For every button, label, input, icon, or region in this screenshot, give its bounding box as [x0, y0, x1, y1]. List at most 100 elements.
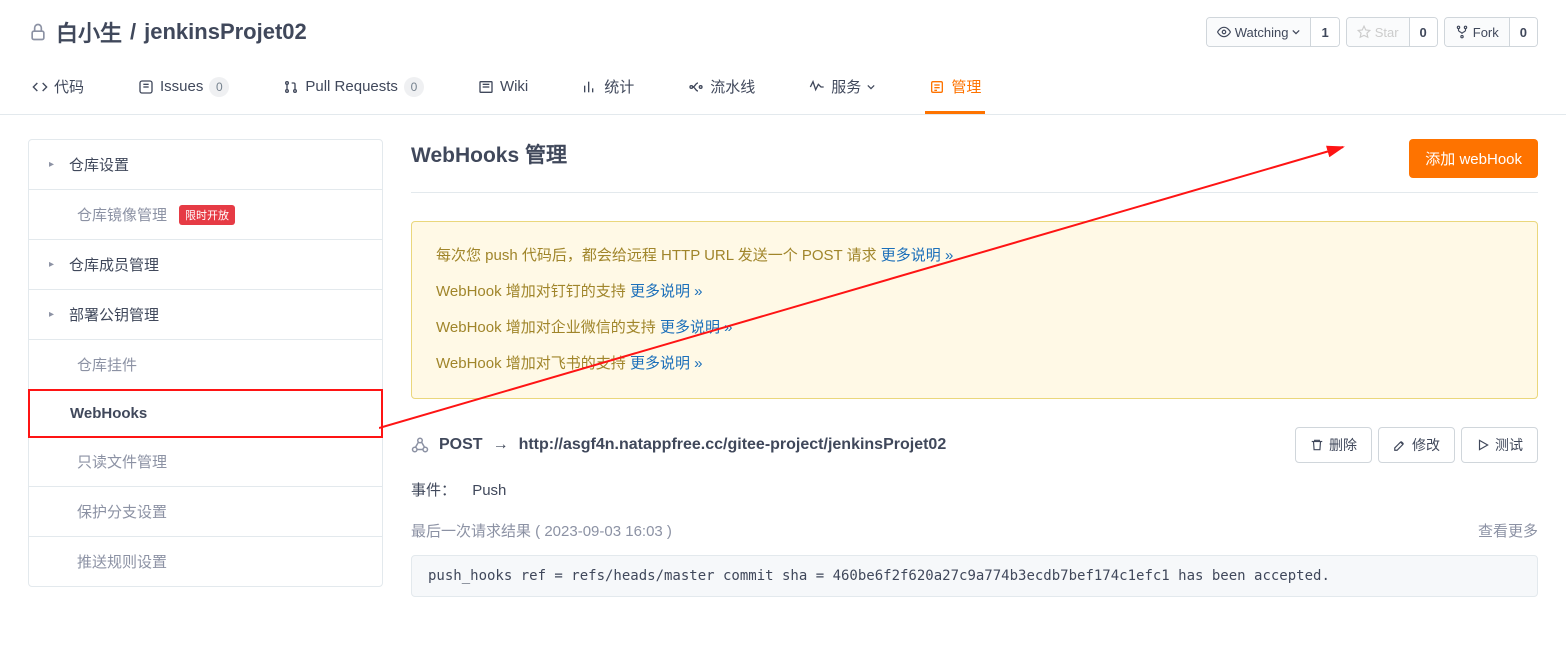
star-icon: [1357, 25, 1371, 39]
notice-line-4: WebHook 增加对飞书的支持 更多说明 »: [436, 346, 1513, 382]
edit-label: 修改: [1412, 435, 1440, 455]
tab-wiki-label: Wiki: [500, 78, 528, 95]
notice-line-3: WebHook 增加对企业微信的支持 更多说明 »: [436, 310, 1513, 346]
delete-button[interactable]: 删除: [1295, 427, 1372, 463]
tab-services-label: 服务: [831, 76, 861, 97]
notice-link[interactable]: 更多说明 »: [881, 247, 954, 264]
watch-button[interactable]: Watching: [1207, 18, 1312, 46]
webhook-info: POST → http://asgf4n.natappfree.cc/gitee…: [411, 436, 946, 454]
trash-icon: [1310, 438, 1324, 452]
test-label: 测试: [1495, 435, 1523, 455]
lock-icon: [28, 22, 48, 42]
webhook-url: http://asgf4n.natappfree.cc/gitee-projec…: [519, 436, 947, 454]
webhook-method: POST: [439, 436, 483, 454]
repo-separator: /: [130, 19, 136, 45]
tab-pipeline-label: 流水线: [710, 76, 755, 97]
sidebar-label: WebHooks: [70, 405, 147, 422]
sidebar-item-push-rules[interactable]: 推送规则设置: [29, 537, 382, 586]
repo-title-row: 白小生 / jenkinsProjet02 Watching 1 Star 0: [28, 16, 1538, 48]
chevron-down-icon: [1292, 28, 1300, 36]
watch-group: Watching 1: [1206, 17, 1340, 47]
event-row: 事件： Push: [411, 479, 1538, 500]
sidebar-item-addons[interactable]: 仓库挂件: [29, 340, 382, 390]
repo-tabs: 代码 Issues 0 Pull Requests 0 Wiki 统计 流水线 …: [28, 66, 1538, 114]
tab-prs[interactable]: Pull Requests 0: [279, 66, 428, 114]
test-button[interactable]: 测试: [1461, 427, 1538, 463]
edit-button[interactable]: 修改: [1378, 427, 1455, 463]
result-label: 最后一次请求结果 ( 2023-09-03 16:03 ): [411, 520, 672, 541]
sidebar-item-deploy-keys[interactable]: 部署公钥管理: [29, 290, 382, 340]
prs-count: 0: [404, 77, 424, 97]
fork-label: Fork: [1473, 25, 1499, 40]
pr-icon: [283, 79, 299, 95]
sidebar-item-protect[interactable]: 保护分支设置: [29, 487, 382, 537]
fork-button[interactable]: Fork: [1445, 18, 1510, 46]
sidebar-label: 部署公钥管理: [69, 304, 159, 325]
notice-link[interactable]: 更多说明 »: [630, 355, 703, 372]
code-icon: [32, 79, 48, 95]
notice-line-1: 每次您 push 代码后，都会给远程 HTTP URL 发送一个 POST 请求…: [436, 238, 1513, 274]
repo-owner-link[interactable]: 白小生: [56, 16, 122, 48]
star-button[interactable]: Star: [1347, 18, 1410, 46]
eye-icon: [1217, 25, 1231, 39]
notice-link[interactable]: 更多说明 »: [660, 319, 733, 336]
wiki-icon: [478, 79, 494, 95]
webhook-row: POST → http://asgf4n.natappfree.cc/gitee…: [411, 427, 1538, 463]
tab-stats[interactable]: 统计: [578, 66, 638, 114]
issue-icon: [138, 79, 154, 95]
fork-count[interactable]: 0: [1510, 18, 1537, 46]
stats-icon: [582, 79, 598, 95]
sidebar-item-repo-settings[interactable]: 仓库设置: [29, 140, 382, 190]
notice-link[interactable]: 更多说明 »: [630, 283, 703, 300]
delete-label: 删除: [1329, 435, 1357, 455]
tab-manage-label: 管理: [951, 76, 981, 97]
sidebar-label: 仓库镜像管理: [77, 204, 167, 225]
tab-wiki[interactable]: Wiki: [474, 66, 532, 114]
event-label: 事件：: [411, 482, 456, 499]
sidebar-item-webhooks[interactable]: WebHooks: [28, 389, 383, 438]
content-title-row: WebHooks 管理 添加 webHook: [411, 139, 1538, 193]
tab-issues[interactable]: Issues 0: [134, 66, 233, 114]
add-webhook-button[interactable]: 添加 webHook: [1409, 139, 1538, 178]
result-code: push_hooks ref = refs/heads/master commi…: [411, 555, 1538, 597]
sidebar-item-members[interactable]: 仓库成员管理: [29, 240, 382, 290]
event-value: Push: [472, 482, 506, 499]
star-group: Star 0: [1346, 17, 1438, 47]
watch-count[interactable]: 1: [1311, 18, 1338, 46]
page-title: WebHooks 管理: [411, 139, 567, 169]
limited-badge: 限时开放: [179, 205, 235, 225]
play-icon: [1476, 438, 1490, 452]
tab-stats-label: 统计: [604, 76, 634, 97]
notice-box: 每次您 push 代码后，都会给远程 HTTP URL 发送一个 POST 请求…: [411, 221, 1538, 399]
watch-label: Watching: [1235, 25, 1289, 40]
content-area: WebHooks 管理 添加 webHook 每次您 push 代码后，都会给远…: [411, 139, 1538, 597]
fork-icon: [1455, 25, 1469, 39]
sidebar-label: 只读文件管理: [77, 451, 167, 472]
tab-manage[interactable]: 管理: [925, 66, 985, 114]
tab-code[interactable]: 代码: [28, 66, 88, 114]
star-label: Star: [1375, 25, 1399, 40]
sidebar-label: 推送规则设置: [77, 551, 167, 572]
sidebar-item-mirror[interactable]: 仓库镜像管理 限时开放: [29, 190, 382, 240]
chevron-down-icon: [867, 83, 875, 91]
tab-services[interactable]: 服务: [805, 66, 879, 114]
sidebar-label: 保护分支设置: [77, 501, 167, 522]
star-count[interactable]: 0: [1410, 18, 1437, 46]
settings-sidebar: 仓库设置 仓库镜像管理 限时开放 仓库成员管理 部署公钥管理 仓库挂件 WebH…: [28, 139, 383, 587]
manage-icon: [929, 79, 945, 95]
result-row: 最后一次请求结果 ( 2023-09-03 16:03 ) 查看更多: [411, 520, 1538, 541]
tab-pipeline[interactable]: 流水线: [684, 66, 759, 114]
view-more-link[interactable]: 查看更多: [1478, 520, 1538, 541]
tab-prs-label: Pull Requests: [305, 78, 398, 95]
sidebar-label: 仓库设置: [69, 154, 129, 175]
webhook-actions: 删除 修改 测试: [1295, 427, 1538, 463]
sidebar-label: 仓库成员管理: [69, 254, 159, 275]
repo-actions: Watching 1 Star 0 Fork 0: [1206, 17, 1538, 47]
sidebar-label: 仓库挂件: [77, 354, 137, 375]
notice-text: WebHook 增加对企业微信的支持: [436, 319, 660, 336]
repo-title: 白小生 / jenkinsProjet02: [28, 16, 307, 48]
main-area: 仓库设置 仓库镜像管理 限时开放 仓库成员管理 部署公钥管理 仓库挂件 WebH…: [0, 115, 1566, 621]
sidebar-item-readonly[interactable]: 只读文件管理: [29, 437, 382, 487]
tab-issues-label: Issues: [160, 78, 203, 95]
repo-name-link[interactable]: jenkinsProjet02: [144, 19, 307, 45]
